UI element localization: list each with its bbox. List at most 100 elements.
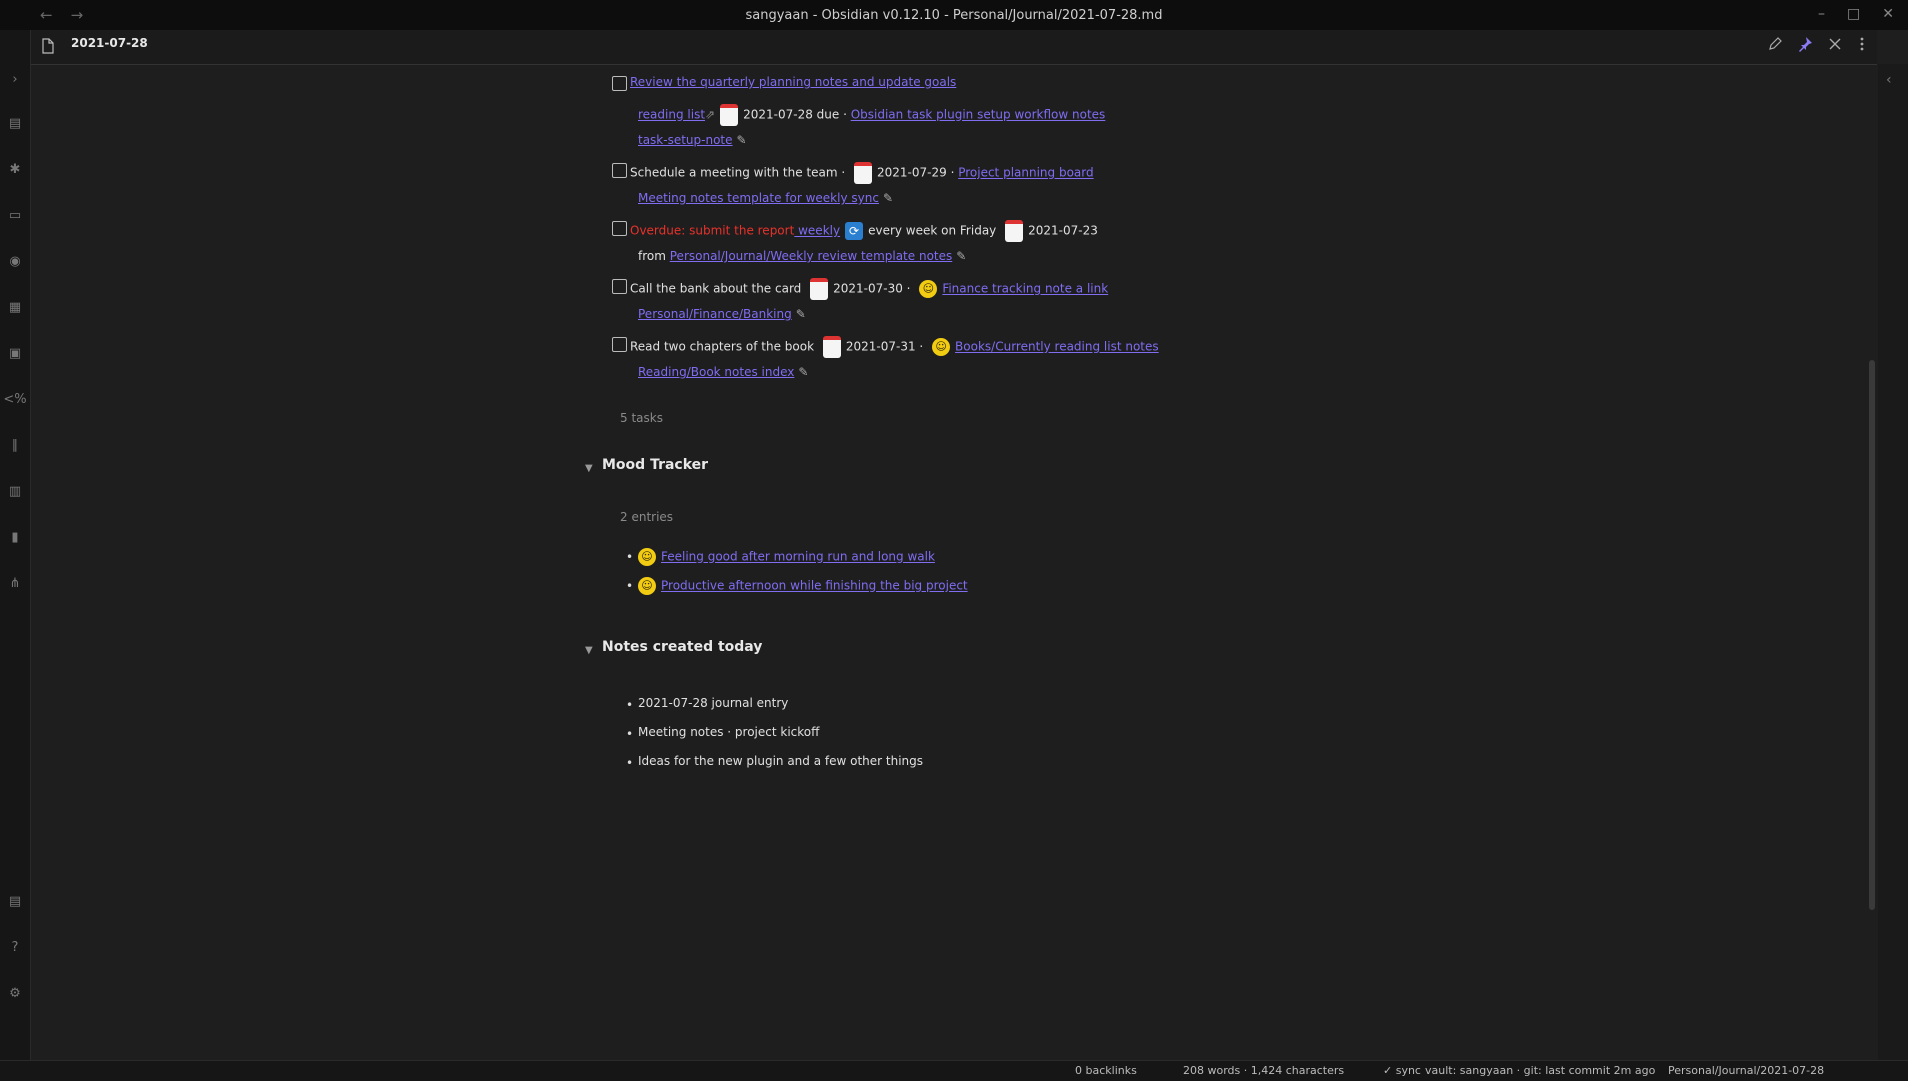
sync-status[interactable]: ✓ sync bbox=[1383, 1064, 1421, 1077]
task-checkbox[interactable] bbox=[612, 76, 627, 91]
edit-task-icon[interactable]: ✎ bbox=[883, 191, 893, 205]
internal-link[interactable]: Personal/Journal/Weekly review template … bbox=[670, 249, 953, 263]
word-count[interactable]: 208 words · 1,424 characters bbox=[1183, 1064, 1344, 1077]
emoji-icon: ☺ bbox=[932, 338, 951, 356]
pin-icon[interactable] bbox=[1797, 36, 1813, 56]
help-icon[interactable]: ? bbox=[6, 938, 24, 956]
backlinks-count[interactable]: 0 backlinks bbox=[1075, 1064, 1137, 1077]
edit-icon[interactable] bbox=[1767, 36, 1783, 56]
templater-icon[interactable]: <% bbox=[3, 390, 26, 408]
list-item-text: Meeting notes · project kickoff bbox=[638, 725, 820, 739]
bullet-point: • bbox=[626, 727, 634, 741]
task-line: Overdue: submit the report weekly ⟳ every … bbox=[630, 220, 1098, 242]
task-line: Meeting notes template for weekly sync ✎ bbox=[638, 191, 893, 206]
daily-note-icon[interactable]: ▤ bbox=[6, 114, 24, 132]
task-checkbox[interactable] bbox=[612, 221, 627, 236]
git-status[interactable]: vault: sangyaan · git: last commit 2m ag… bbox=[1425, 1064, 1655, 1077]
bullet-point: • bbox=[626, 579, 634, 593]
back-icon[interactable]: ← bbox=[40, 6, 53, 24]
task-checkbox[interactable] bbox=[612, 337, 627, 352]
calendar-icon bbox=[720, 104, 739, 126]
git-icon[interactable]: ⋔ bbox=[6, 574, 24, 592]
task-line: Personal/Finance/Banking ✎ bbox=[638, 307, 806, 322]
section-heading: Notes created today bbox=[602, 639, 763, 655]
internal-link[interactable]: Productive afternoon while finishing the… bbox=[661, 579, 968, 593]
file-icon[interactable] bbox=[41, 38, 55, 58]
calendar-icon[interactable]: ▣ bbox=[6, 344, 24, 362]
maximize-icon[interactable]: □ bbox=[1847, 6, 1860, 22]
task-line: Review the quarterly planning notes and … bbox=[630, 75, 956, 90]
edit-task-icon[interactable]: ✎ bbox=[737, 133, 747, 147]
task-line: reading list⇗ 2021-07-28 due · Obsidian t… bbox=[638, 104, 1105, 126]
internal-link[interactable]: Obsidian task plugin setup workflow note… bbox=[851, 108, 1106, 122]
external-link-icon: ⇗ bbox=[705, 107, 716, 122]
collapse-heading-icon[interactable]: ▼ bbox=[585, 645, 593, 658]
internal-link[interactable]: task-setup-note bbox=[638, 133, 733, 147]
graph-view-icon[interactable]: ✱ bbox=[6, 160, 24, 178]
view-actions bbox=[1767, 36, 1867, 56]
emoji-icon: ☺ bbox=[638, 548, 656, 566]
more-options-icon[interactable] bbox=[1857, 36, 1867, 56]
expand-sidebar-icon[interactable]: › bbox=[6, 70, 24, 88]
task-line: Schedule a meeting with the team · 2021-… bbox=[630, 162, 1094, 184]
expand-right-sidebar-icon[interactable]: ‹ bbox=[1886, 72, 1892, 88]
minimize-icon[interactable]: – bbox=[1818, 6, 1825, 22]
task-text: Overdue: submit the report bbox=[630, 223, 795, 238]
task-checkbox[interactable] bbox=[612, 163, 627, 178]
internal-link[interactable]: weekly bbox=[794, 224, 840, 238]
microphone-icon[interactable]: ◉ bbox=[6, 252, 24, 270]
task-text: 2021-07-28 due · bbox=[743, 107, 851, 122]
collapse-heading-icon[interactable]: ▼ bbox=[585, 463, 593, 476]
window-close-icon[interactable]: ✕ bbox=[1882, 6, 1894, 22]
calendar-icon bbox=[1005, 220, 1024, 242]
internal-link[interactable]: Personal/Finance/Banking bbox=[638, 307, 792, 321]
internal-link[interactable]: Project planning board bbox=[958, 166, 1093, 180]
internal-link[interactable]: Review the quarterly planning notes and … bbox=[630, 75, 956, 89]
title-bar: ← → sangyaan - Obsidian v0.12.10 - Perso… bbox=[0, 0, 1908, 30]
internal-link[interactable]: Reading/Book notes index bbox=[638, 365, 794, 379]
status-bar: 0 backlinks 208 words · 1,424 characters ✓… bbox=[0, 1060, 1908, 1081]
kanban-icon[interactable]: ▦ bbox=[6, 298, 24, 316]
book-icon[interactable]: ▮ bbox=[6, 528, 24, 546]
attachment-icon[interactable]: ∥ bbox=[6, 436, 24, 454]
bullet-point: • bbox=[626, 698, 634, 712]
task-text: 2021-07-30 · bbox=[833, 281, 915, 296]
query-result-count: 5 tasks bbox=[620, 411, 663, 425]
right-sidebar-collapsed: ‹ bbox=[1878, 64, 1908, 1060]
emoji-icon: ☺ bbox=[919, 280, 938, 298]
internal-link[interactable]: Finance tracking note a link bbox=[942, 282, 1108, 296]
scrollbar-thumb[interactable] bbox=[1869, 360, 1875, 910]
settings-icon[interactable]: ⚙ bbox=[6, 984, 24, 1002]
internal-link[interactable]: reading list bbox=[638, 108, 705, 122]
close-icon[interactable] bbox=[1827, 36, 1843, 56]
internal-link[interactable]: Feeling good after morning run and long … bbox=[661, 550, 935, 564]
edit-task-icon[interactable]: ✎ bbox=[798, 365, 808, 379]
bullet-point: • bbox=[626, 550, 634, 564]
task-text: Schedule a meeting with the team · bbox=[630, 165, 850, 180]
list-item-text: 2021-07-28 journal entry bbox=[638, 696, 789, 710]
edit-task-icon[interactable]: ✎ bbox=[796, 307, 806, 321]
internal-link[interactable]: Books/Currently reading list notes bbox=[955, 340, 1159, 354]
vault-icon[interactable]: ▤ bbox=[6, 892, 24, 910]
list-item: ☺ Productive afternoon while finishing th… bbox=[638, 577, 968, 595]
query-result-count: 2 entries bbox=[620, 510, 674, 524]
recurrence-icon: ⟳ bbox=[845, 222, 864, 240]
task-line: Reading/Book notes index ✎ bbox=[638, 365, 808, 380]
task-line: Call the bank about the card 2021-07-30 … bbox=[630, 278, 1108, 300]
task-text: every week on Friday bbox=[868, 223, 1001, 238]
slides-icon[interactable]: ▭ bbox=[6, 206, 24, 224]
edit-task-icon[interactable]: ✎ bbox=[956, 249, 966, 263]
task-checkbox[interactable] bbox=[612, 279, 627, 294]
task-text: 2021-07-31 · bbox=[845, 339, 928, 354]
list-item: ☺ Feeling good after morning run and long… bbox=[638, 548, 935, 566]
calendar-icon bbox=[810, 278, 829, 300]
note-title[interactable]: 2021-07-28 bbox=[71, 36, 148, 50]
window-title: sangyaan - Obsidian v0.12.10 - Personal/… bbox=[745, 7, 1163, 23]
task-text: Read two chapters of the book bbox=[630, 339, 818, 354]
forward-icon[interactable]: → bbox=[71, 6, 84, 24]
table-icon[interactable]: ▥ bbox=[6, 482, 24, 500]
internal-link[interactable]: Meeting notes template for weekly sync bbox=[638, 191, 879, 205]
nav-buttons: ← → bbox=[40, 6, 83, 24]
list-item: Meeting notes · project kickoff bbox=[638, 725, 819, 740]
file-path[interactable]: Personal/Journal/2021-07-28 bbox=[1668, 1064, 1824, 1077]
